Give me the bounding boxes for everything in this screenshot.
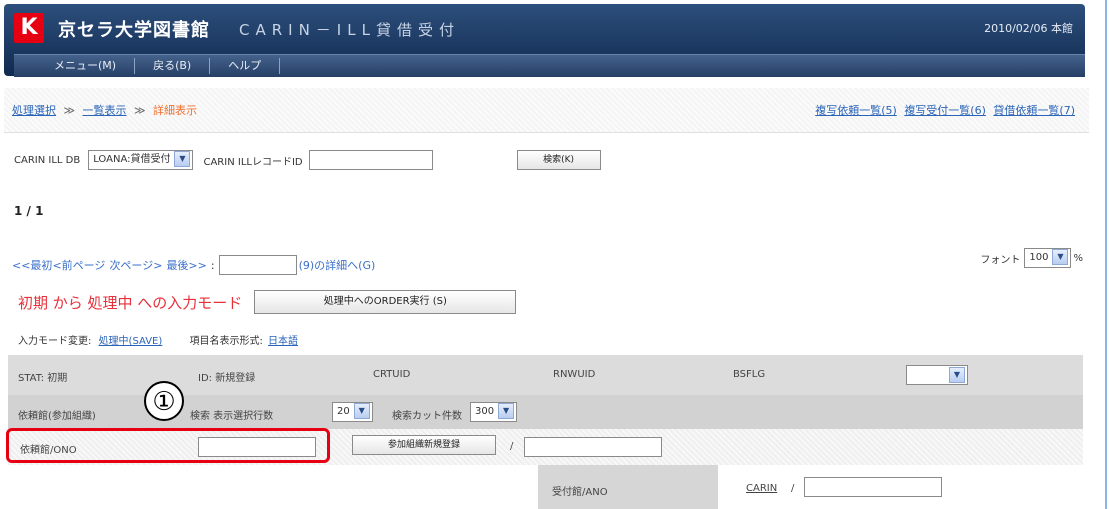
jump-input[interactable]	[218, 255, 297, 275]
breadcrumb-list-view[interactable]: 一覧表示	[83, 104, 127, 117]
rnwuid-label: RNWUID	[553, 369, 596, 380]
pager-next[interactable]: 次ページ>	[109, 257, 162, 273]
id-value: ID: 新規登録	[198, 373, 256, 384]
input-mode-text: 初期 から 処理中 への入力モード	[18, 293, 243, 312]
cut-count-value: 300	[475, 406, 495, 417]
mode-change-label: 入力モード変更:	[18, 336, 92, 347]
crtuid-label: CRTUID	[373, 369, 411, 380]
ano-input[interactable]	[804, 477, 942, 497]
table-row-receiver-ano: 受付館/ANO CARIN /	[8, 465, 1083, 509]
font-control: フォント 100 ▼ %	[980, 248, 1083, 268]
input-mode-row: 初期 から 処理中 への入力モード 処理中へのORDER実行 (S)	[18, 290, 517, 314]
chevron-down-icon: ▼	[353, 403, 370, 419]
jump-detail-link[interactable]: (9)の詳細へ(G)	[299, 257, 376, 273]
search-button[interactable]: 検索(K)	[516, 150, 601, 170]
pager-first[interactable]: <<最初	[12, 257, 52, 273]
menu-item-back[interactable]: 戻る(B)	[135, 58, 211, 74]
carin-link[interactable]: CARIN	[746, 483, 777, 494]
db-search-row: CARIN ILL DB LOANA:貸借受付 ▼ CARIN ILLレコードID…	[14, 150, 601, 170]
receiver-ano-label: 受付館/ANO	[552, 487, 608, 498]
font-size-select[interactable]: 100 ▼	[1024, 248, 1072, 268]
menu-item-menu[interactable]: メニュー(M)	[14, 58, 136, 74]
db-select[interactable]: LOANA:貸借受付 ▼	[88, 150, 194, 170]
bsflg-select[interactable]: ▼	[906, 365, 968, 385]
menu-bar: メニュー(M) 戻る(B) ヘルプ	[14, 54, 1085, 77]
font-label: フォント	[980, 254, 1021, 266]
menu-item-help[interactable]: ヘルプ	[210, 58, 281, 74]
font-size-value: 100	[1029, 252, 1049, 263]
cut-count-select[interactable]: 300 ▼	[470, 402, 518, 422]
db-select-value: LOANA:貸借受付	[93, 154, 171, 165]
format-link[interactable]: 日本語	[268, 336, 298, 347]
page-count: 1 / 1	[14, 204, 44, 218]
kyocera-logo: K	[14, 13, 44, 43]
app-title: CARIN－ILL貸借受付	[239, 21, 460, 39]
format-label: 項目名表示形式:	[189, 336, 263, 347]
record-id-label: CARIN ILLレコードID	[203, 156, 303, 168]
breadcrumb-current: 詳細表示	[153, 104, 198, 117]
requester-org-label: 依頼館(参加組織)	[18, 411, 96, 422]
pager: <<最初 <前ページ 次ページ> 最後>> : (9)の詳細へ(G)	[12, 255, 375, 275]
pager-last[interactable]: 最後>>	[166, 257, 206, 273]
quick-links: 複写依頼一覧(5) 複写受付一覧(6) 貸借依頼一覧(7)	[811, 102, 1075, 118]
highlight-box	[6, 428, 330, 463]
library-name: 京セラ大学図書館	[58, 20, 210, 41]
copy-accept-list-link[interactable]: 複写受付一覧(6)	[904, 104, 986, 117]
ono-slash: /	[510, 441, 514, 452]
record-id-input[interactable]	[308, 150, 433, 170]
bsflg-label: BSFLG	[733, 369, 766, 380]
chevron-down-icon: ▼	[174, 151, 191, 167]
stat-value: STAT: 初期	[18, 373, 68, 384]
breadcrumb-band: 処理選択 ≫ 一覧表示 ≫ 詳細表示 複写依頼一覧(5) 複写受付一覧(6) 貸…	[4, 88, 1089, 133]
rows-value: 20	[337, 406, 350, 417]
breadcrumb-process-select[interactable]: 処理選択	[12, 104, 56, 117]
mode-change-row: 入力モード変更: 処理中(SAVE) 項目名表示形式: 日本語	[18, 332, 298, 347]
chevron-down-icon: ▼	[498, 403, 515, 419]
date-location: 2010/02/06 本館	[984, 22, 1073, 35]
mode-change-link[interactable]: 処理中(SAVE)	[99, 336, 163, 347]
chevron-down-icon: ▼	[949, 367, 965, 383]
copy-request-list-link[interactable]: 複写依頼一覧(5)	[815, 104, 897, 117]
ono-input[interactable]	[524, 437, 662, 457]
font-unit: %	[1073, 252, 1083, 264]
pager-colon: :	[210, 258, 215, 272]
rows-select[interactable]: 20 ▼	[332, 402, 373, 422]
app-header: K 京セラ大学図書館 CARIN－ILL貸借受付 2010/02/06 本館 メ…	[4, 4, 1085, 77]
cut-count-label: 検索カット件数	[392, 411, 462, 422]
db-label: CARIN ILL DB	[14, 154, 81, 166]
search-rows-label: 検索 表示選択行数	[190, 411, 274, 422]
annotation-number-badge: ①	[144, 381, 184, 421]
order-execute-button[interactable]: 処理中へのORDER実行 (S)	[254, 290, 517, 314]
ano-slash: /	[791, 483, 795, 494]
loan-request-list-link[interactable]: 貸借依頼一覧(7)	[993, 104, 1075, 117]
pager-prev[interactable]: <前ページ	[52, 257, 105, 273]
register-org-button[interactable]: 参加組織新規登録	[352, 435, 496, 455]
breadcrumb-separator: ≫	[134, 104, 146, 117]
breadcrumb-separator: ≫	[63, 104, 76, 117]
breadcrumb: 処理選択 ≫ 一覧表示 ≫ 詳細表示	[12, 102, 197, 118]
chevron-down-icon: ▼	[1052, 249, 1069, 265]
